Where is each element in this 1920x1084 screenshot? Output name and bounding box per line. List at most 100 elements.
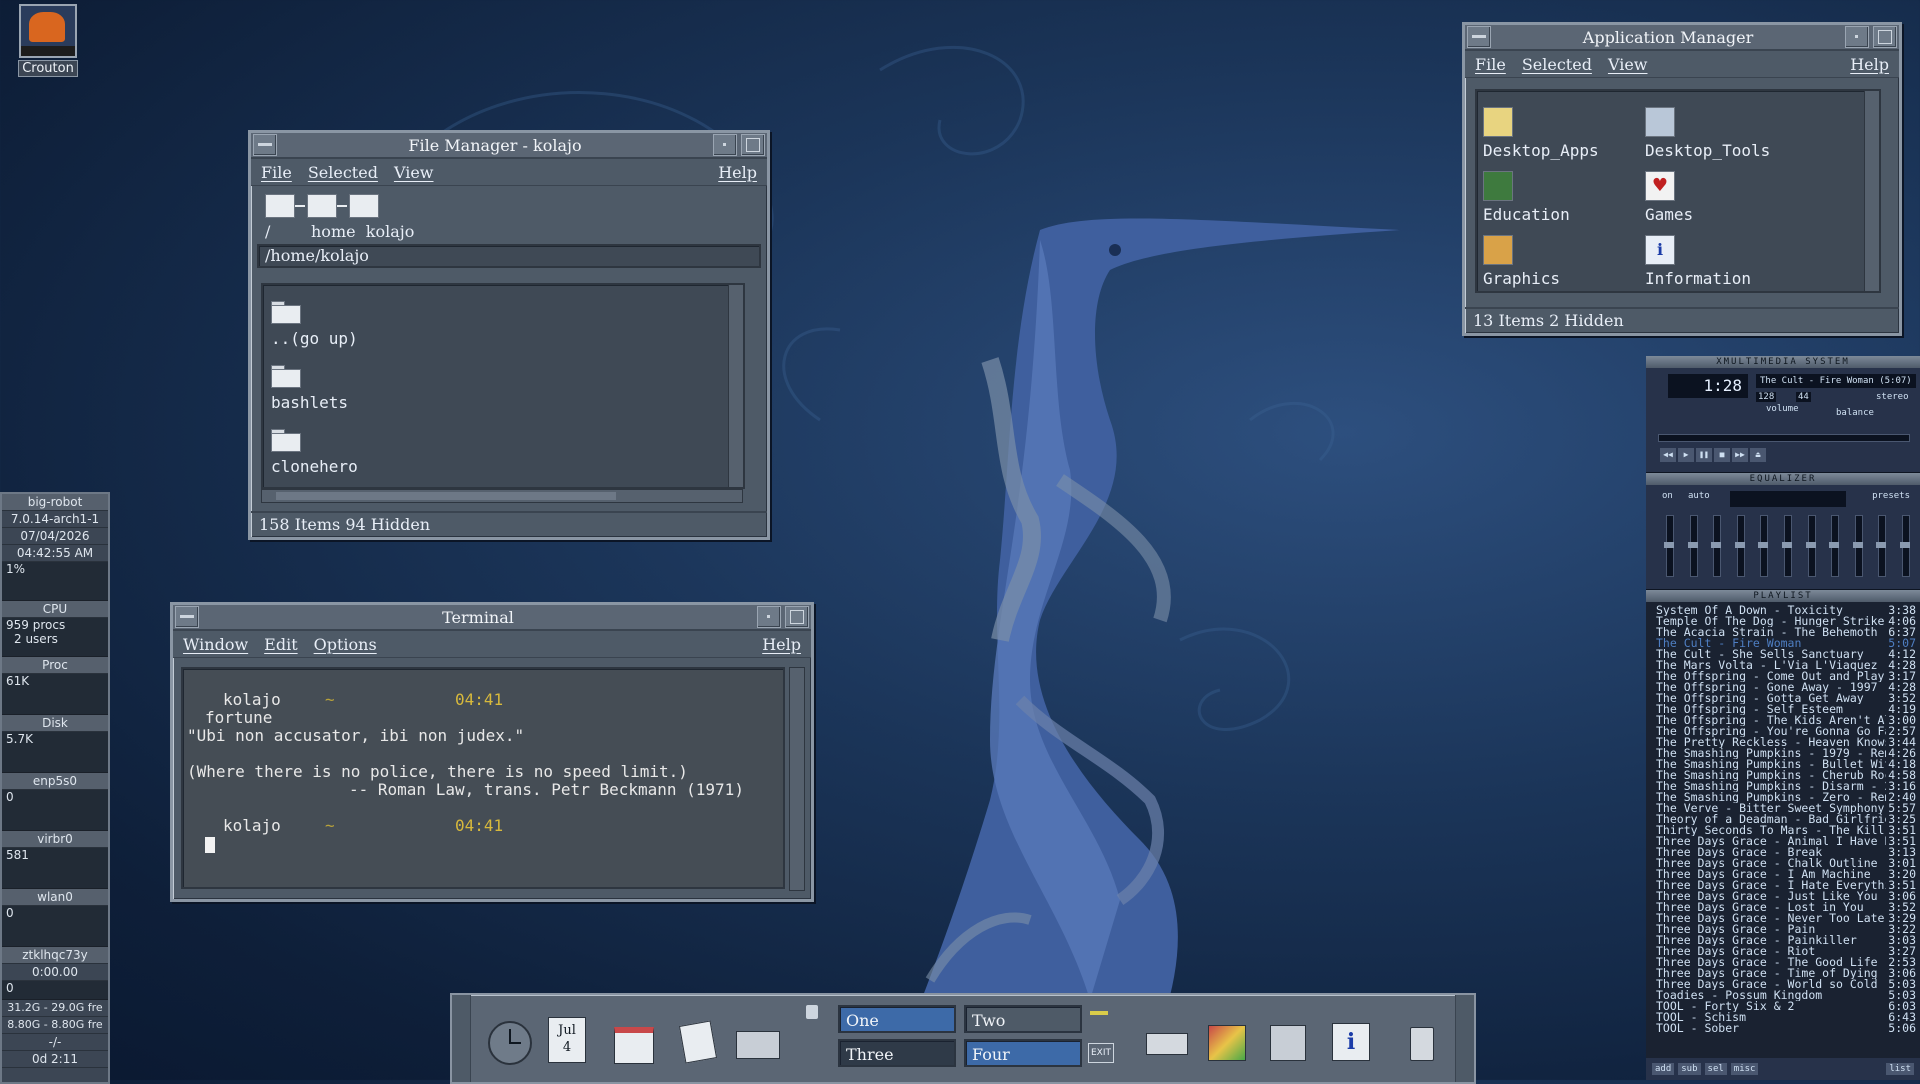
maximize-button[interactable]	[741, 134, 765, 156]
playlist-item[interactable]: The Offspring - Come Out and Play 3:17	[1656, 671, 1916, 682]
playlist-item[interactable]: Temple Of The Dog - Hunger Strike 4:06	[1656, 616, 1916, 627]
eq-band-slider[interactable]	[1876, 515, 1887, 577]
root-folder-icon[interactable]	[265, 194, 295, 218]
exit-button[interactable]: EXIT	[1088, 1043, 1114, 1063]
playlist-item[interactable]: Three Days Grace - Never Too Late 3:29	[1656, 913, 1916, 924]
equalizer-titlebar[interactable]: EQUALIZER	[1646, 473, 1920, 485]
calendar-icon[interactable]: Jul 4	[548, 1017, 586, 1063]
playlist-item[interactable]: The Smashing Pumpkins - Disarm - 20 3:16	[1656, 781, 1916, 792]
menu-help[interactable]: Help	[718, 163, 757, 182]
eq-band-slider[interactable]	[1829, 515, 1840, 577]
playlist-item[interactable]: Three Days Grace - Lost in You 3:52	[1656, 902, 1916, 913]
playlist-item[interactable]: Three Days Grace - I Am Machine 3:20	[1656, 869, 1916, 880]
path-field[interactable]: /home/kolajo	[257, 244, 761, 268]
playlist-item[interactable]: Three Days Grace - The Good Life 2:53	[1656, 957, 1916, 968]
net-enp5s0-label[interactable]: enp5s0	[2, 773, 108, 790]
workspace-four-button[interactable]: Four	[964, 1039, 1082, 1067]
maximize-button[interactable]	[1873, 26, 1897, 48]
text-editor-icon[interactable]	[674, 1017, 722, 1065]
app-group-information[interactable]: i Information	[1645, 235, 1751, 288]
playlist-item[interactable]: The Mars Volta - L'Via L'Viaquez 4:28	[1656, 660, 1916, 671]
trash-icon[interactable]	[1398, 1017, 1446, 1065]
window-menu-button[interactable]	[1467, 26, 1491, 48]
lock-icon[interactable]	[806, 1005, 818, 1019]
app-group-games[interactable]: ♥ Games	[1645, 171, 1693, 224]
playlist-sel-button[interactable]: sel	[1704, 1063, 1727, 1075]
list-item-clonehero[interactable]: clonehero	[271, 429, 358, 476]
menu-edit[interactable]: Edit	[264, 635, 297, 654]
playlist-item[interactable]: Theory of a Deadman - Bad Girlfrie 3:25	[1656, 814, 1916, 825]
playlist-item[interactable]: Three Days Grace - Animal I Have Be 3:51	[1656, 836, 1916, 847]
clock-icon[interactable]	[484, 1017, 532, 1065]
xmms-titlebar[interactable]: XMULTIMEDIA SYSTEM	[1646, 356, 1920, 368]
minimize-button[interactable]	[1845, 26, 1869, 48]
menu-file[interactable]: File	[1475, 55, 1506, 74]
app-manager-titlebar[interactable]: Application Manager	[1465, 25, 1899, 51]
terminal-screen[interactable]: kolajo ~ 04:41 fortune "Ubi non accusato…	[181, 667, 785, 889]
xmms-seek-bar[interactable]	[1658, 434, 1910, 442]
menu-file[interactable]: File	[261, 163, 292, 182]
playlist-item[interactable]: System Of A Down - Toxicity 3:38	[1656, 605, 1916, 616]
playlist-item[interactable]: The Cult - Fire Woman 5:07	[1656, 638, 1916, 649]
menu-view[interactable]: View	[394, 163, 434, 182]
playlist-item[interactable]: Three Days Grace - World so Cold 5:03	[1656, 979, 1916, 990]
window-menu-button[interactable]	[253, 134, 277, 156]
eq-band-slider[interactable]	[1805, 515, 1816, 577]
breadcrumb-root[interactable]: /	[265, 222, 270, 241]
playlist-sub-button[interactable]: sub	[1678, 1063, 1701, 1075]
playlist-add-button[interactable]: add	[1652, 1063, 1675, 1075]
next-icon[interactable]: ▶▶	[1732, 448, 1748, 462]
playlist-item[interactable]: The Cult - She Sells Sanctuary 4:12	[1656, 649, 1916, 660]
playlist-item[interactable]: The Offspring - Gone Away - 1997 4:28	[1656, 682, 1916, 693]
net-virbr0-label[interactable]: virbr0	[2, 831, 108, 848]
playlist-item[interactable]: Three Days Grace - Pain 3:22	[1656, 924, 1916, 935]
list-item-bashlets[interactable]: bashlets	[271, 365, 348, 412]
playlist-item[interactable]: The Smashing Pumpkins - Cherub Rock 4:58	[1656, 770, 1916, 781]
playlist-item[interactable]: Toadies - Possum Kingdom 5:03	[1656, 990, 1916, 1001]
minimize-button[interactable]	[757, 606, 781, 628]
playlist-item[interactable]: The Offspring - The Kids Aren't Alr 3:00	[1656, 715, 1916, 726]
app-group-graphics[interactable]: Graphics	[1483, 235, 1560, 288]
xmms-song-title[interactable]: The Cult - Fire Woman (5:07)	[1756, 374, 1916, 388]
eq-band-slider[interactable]	[1734, 515, 1745, 577]
window-menu-button[interactable]	[175, 606, 199, 628]
playlist-item[interactable]: Three Days Grace - Just Like You 3:06	[1656, 891, 1916, 902]
list-item-go-up[interactable]: ..(go up)	[271, 301, 358, 348]
eq-on-toggle[interactable]: on	[1662, 491, 1673, 501]
vertical-scrollbar[interactable]	[728, 285, 743, 487]
stop-icon[interactable]: ■	[1714, 448, 1730, 462]
eq-band-slider[interactable]	[1711, 515, 1722, 577]
playlist-item[interactable]: The Smashing Pumpkins - 1979 - Rema 4:26	[1656, 748, 1916, 759]
eq-band-slider[interactable]	[1758, 515, 1769, 577]
help-info-icon[interactable]: i	[1326, 1017, 1374, 1065]
desktop-icon-crouton[interactable]: Crouton	[18, 4, 78, 84]
maximize-button[interactable]	[785, 606, 809, 628]
menu-help[interactable]: Help	[762, 635, 801, 654]
eq-presets-button[interactable]: presets	[1872, 491, 1910, 501]
menu-selected[interactable]: Selected	[1522, 55, 1592, 74]
file-manager-titlebar[interactable]: File Manager - kolajo	[251, 133, 767, 159]
playlist-item[interactable]: Three Days Grace - Time of Dying 3:06	[1656, 968, 1916, 979]
playlist-item[interactable]: The Smashing Pumpkins - Bullet Witt 4:18	[1656, 759, 1916, 770]
play-icon[interactable]: ▶	[1678, 448, 1694, 462]
file-cabinet-icon[interactable]	[734, 1017, 782, 1065]
home-folder-icon[interactable]	[307, 194, 337, 218]
app-group-desktop-tools[interactable]: Desktop_Tools	[1645, 107, 1770, 160]
fs-second[interactable]: 8.80G - 8.80G fre	[2, 1017, 108, 1034]
playlist-item[interactable]: The Offspring - Gotta Get Away 3:52	[1656, 693, 1916, 704]
application-manager-icon[interactable]	[1264, 1017, 1312, 1065]
workspace-two-button[interactable]: Two	[964, 1005, 1082, 1033]
kolajo-folder-icon[interactable]	[349, 194, 379, 218]
net-wlan0-label[interactable]: wlan0	[2, 889, 108, 906]
menu-selected[interactable]: Selected	[308, 163, 378, 182]
terminal-titlebar[interactable]: Terminal	[173, 605, 811, 631]
playlist-misc-button[interactable]: misc	[1730, 1063, 1759, 1075]
previous-icon[interactable]: ◀◀	[1660, 448, 1676, 462]
playlist-item[interactable]: Three Days Grace - Riot 3:27	[1656, 946, 1916, 957]
playlist-item[interactable]: Three Days Grace - Break 3:13	[1656, 847, 1916, 858]
eq-band-slider[interactable]	[1664, 515, 1674, 577]
eq-band-slider[interactable]	[1781, 515, 1792, 577]
playlist-item[interactable]: The Acacia Strain - The Behemoth 6:37	[1656, 627, 1916, 638]
playlist-item[interactable]: The Offspring - You're Gonna Go Far 2:57	[1656, 726, 1916, 737]
eq-band-slider[interactable]	[1852, 515, 1863, 577]
